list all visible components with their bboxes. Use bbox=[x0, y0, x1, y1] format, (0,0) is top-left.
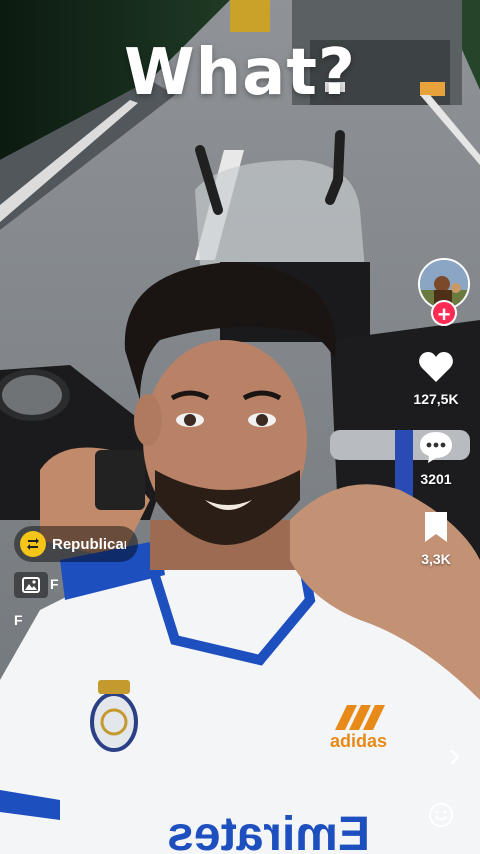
emoji-icon[interactable] bbox=[428, 802, 454, 828]
chevron-right-icon[interactable] bbox=[440, 742, 470, 772]
photo-tag-label: F bbox=[50, 576, 59, 592]
repost-icon bbox=[20, 531, 46, 557]
save-button[interactable]: 3,3K bbox=[396, 510, 476, 567]
save-count: 3,3K bbox=[421, 551, 451, 567]
like-button[interactable]: 127,5K bbox=[396, 350, 476, 407]
svg-text:Emirates: Emirates bbox=[167, 808, 370, 854]
description-snippet: F bbox=[14, 612, 23, 628]
video-caption: What? bbox=[123, 36, 357, 110]
video-frame[interactable]: adidas Emirates bbox=[0, 0, 480, 854]
photo-tag[interactable] bbox=[14, 572, 48, 598]
comment-icon bbox=[420, 432, 452, 463]
svg-text:adidas: adidas bbox=[330, 731, 387, 751]
like-count: 127,5K bbox=[413, 391, 459, 407]
heart-icon bbox=[419, 352, 453, 382]
video-scene: adidas Emirates bbox=[0, 0, 480, 854]
bookmark-icon bbox=[425, 512, 447, 542]
image-icon bbox=[22, 577, 40, 593]
follow-button[interactable]: + bbox=[431, 300, 457, 327]
repost-label: Republican bbox=[52, 535, 126, 553]
comment-button[interactable]: 3201 bbox=[396, 430, 476, 487]
repost-tag[interactable]: Republican bbox=[14, 526, 138, 562]
comment-count: 3201 bbox=[420, 471, 452, 487]
